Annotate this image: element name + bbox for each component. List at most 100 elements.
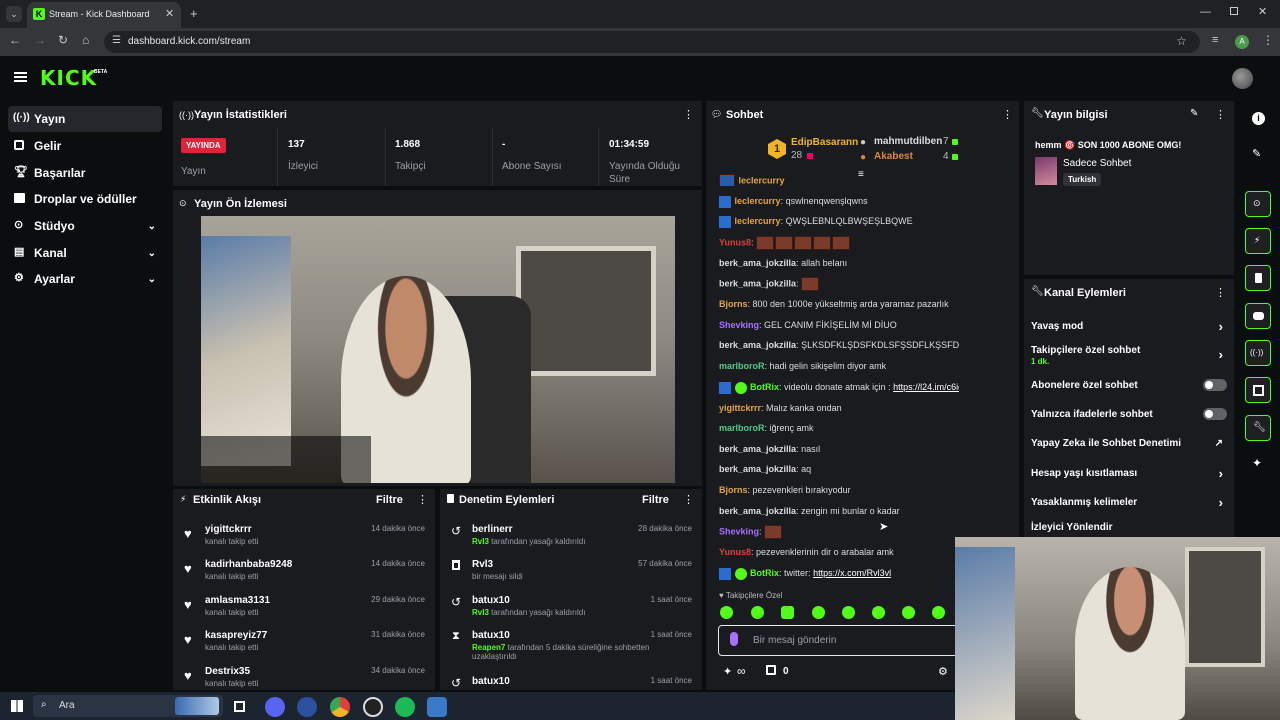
emote-icon[interactable]: [751, 606, 764, 619]
emote-icon[interactable]: [812, 606, 825, 619]
rail-button-moderation[interactable]: [1245, 265, 1271, 291]
close-window-icon[interactable]: ✕: [1258, 5, 1267, 18]
chat-username[interactable]: Yunus8: [719, 547, 751, 557]
category-name[interactable]: Sadece Sohbet: [1063, 158, 1131, 169]
chat-username[interactable]: berk_ama_jokzilla: [719, 464, 796, 474]
taskbar-search[interactable]: ⌕ Ara: [33, 695, 223, 717]
leader-third-name[interactable]: Akabest: [874, 151, 913, 162]
chat-username[interactable]: berk_ama_jokzilla: [719, 506, 796, 516]
channel-actions-menu-icon[interactable]: ⋮: [1215, 286, 1226, 299]
minimize-icon[interactable]: —: [1200, 6, 1211, 18]
moderation-filter-button[interactable]: Filtre: [642, 494, 669, 506]
emote-icon[interactable]: [932, 606, 945, 619]
stats-menu-icon[interactable]: ⋮: [683, 108, 694, 121]
chat-menu-icon[interactable]: ⋮: [1002, 108, 1013, 121]
sidebar-item-studyo[interactable]: ⊙ Stüdyo ⌄: [8, 213, 162, 239]
action-emotes-only[interactable]: Yalnızca ifadelerle sohbet: [1031, 408, 1227, 420]
leader-second-name[interactable]: mahmutdilben: [874, 136, 942, 147]
gift-box-icon[interactable]: [766, 665, 776, 675]
list-item[interactable]: ♥ yigittckrrr kanalı takip etti 14 dakik…: [173, 524, 435, 559]
emotes-only-toggle[interactable]: [1203, 408, 1227, 420]
list-item[interactable]: ♥ Destrix35 kanalı takip etti 34 dakika …: [173, 666, 435, 690]
list-item[interactable]: ♥ amlasma3131 kanalı takip etti 29 dakik…: [173, 595, 435, 630]
edit-icon[interactable]: ✎: [1190, 108, 1198, 119]
chat-username[interactable]: marlboroR: [719, 423, 765, 433]
close-tab-icon[interactable]: ✕: [165, 7, 174, 20]
chat-username[interactable]: berk_ama_jokzilla: [719, 444, 796, 454]
action-banned-words[interactable]: Yasaklanmış kelimeler ›: [1031, 495, 1227, 510]
emote-icon[interactable]: [720, 606, 733, 619]
list-item[interactable]: ♥ kadirhanbaba9248 kanalı takip etti 14 …: [173, 559, 435, 594]
collapse-leaderboard-icon[interactable]: ≡: [858, 169, 864, 180]
emote-icon[interactable]: [842, 606, 855, 619]
chat-username[interactable]: Bjorns: [719, 485, 748, 495]
chat-settings-icon[interactable]: ⚙: [938, 665, 948, 678]
stream-info-menu-icon[interactable]: ⋮: [1215, 108, 1226, 121]
chat-link[interactable]: https://l24.im/c6io: [893, 382, 959, 392]
back-icon[interactable]: ←: [9, 33, 21, 47]
activity-filter-button[interactable]: Filtre: [376, 494, 403, 506]
emote-icon[interactable]: [872, 606, 885, 619]
action-slow-mode[interactable]: Yavaş mod ›: [1031, 319, 1227, 334]
chat-link[interactable]: https://x.com/Rvl3vl: [813, 568, 891, 578]
chat-username[interactable]: BotRix: [750, 382, 779, 392]
kick-logo[interactable]: KICK: [40, 66, 97, 90]
list-item[interactable]: ↺ batux10 Rvl3 tarafından yasağı kaldırı…: [440, 595, 702, 630]
address-bar[interactable]: ☰ dashboard.kick.com/stream ☆: [104, 31, 1200, 53]
chat-username[interactable]: BotRix: [750, 568, 779, 578]
home-icon[interactable]: ⌂: [82, 33, 89, 47]
chat-username[interactable]: berk_ama_jokzilla: [719, 278, 796, 288]
list-item[interactable]: ⧗ batux10 Reapen7 tarafından 5 dakika sü…: [440, 630, 702, 665]
chat-username[interactable]: berk_ama_jokzilla: [719, 258, 796, 268]
language-tag[interactable]: Turkish: [1063, 173, 1102, 186]
chat-username[interactable]: yigittckrrr: [719, 403, 761, 413]
add-widget-icon[interactable]: ✦: [1252, 456, 1262, 470]
leader-first-name[interactable]: EdipBasarann: [791, 137, 858, 148]
reload-icon[interactable]: ↻: [58, 33, 68, 47]
emote-icon[interactable]: [902, 606, 915, 619]
chat-username[interactable]: Bjorns: [719, 299, 748, 309]
tab-list-chevron-icon[interactable]: ⌄: [6, 6, 22, 22]
browser-tab[interactable]: K Stream - Kick Dashboard ✕: [27, 2, 181, 28]
rail-button-chat[interactable]: [1245, 303, 1271, 329]
spotify-app-icon[interactable]: [395, 697, 415, 717]
chevron-down-icon[interactable]: ⌄: [148, 221, 156, 232]
list-item[interactable]: ↺ berlinerr Rvl3 tarafından yasağı kaldı…: [440, 524, 702, 559]
maximize-icon[interactable]: [1230, 7, 1238, 15]
forward-icon[interactable]: →: [34, 33, 46, 47]
action-subscribers-only[interactable]: Abonelere özel sohbet: [1031, 379, 1227, 391]
chat-username[interactable]: Shevking: [719, 320, 759, 330]
site-info-icon[interactable]: ☰: [112, 35, 121, 46]
chat-username[interactable]: Yunus8: [719, 237, 751, 247]
bookmark-star-icon[interactable]: ☆: [1176, 34, 1187, 48]
chevron-down-icon[interactable]: ⌄: [148, 248, 156, 259]
hamburger-menu-icon[interactable]: [14, 72, 27, 82]
points-icon[interactable]: ✦: [723, 665, 732, 678]
sidebar-item-yayin[interactable]: ((·)) Yayın: [8, 106, 162, 132]
action-ai-moderation[interactable]: Yapay Zeka ile Sohbet Denetimi ↗: [1031, 438, 1227, 449]
action-account-age[interactable]: Hesap yaşı kısıtlaması ›: [1031, 466, 1227, 481]
list-item[interactable]: ↺ batux10 1 saat önce: [440, 676, 702, 690]
action-followers-only[interactable]: Takipçilere özel sohbet 1 dk. ›: [1031, 345, 1227, 367]
windows-start-icon[interactable]: [11, 700, 23, 712]
rail-button-activity[interactable]: ⚡︎: [1245, 228, 1271, 254]
microphone-icon[interactable]: [730, 632, 738, 646]
sidebar-item-gelir[interactable]: Gelir: [8, 133, 162, 159]
user-avatar[interactable]: [1232, 68, 1253, 89]
sidebar-item-kanal[interactable]: ▤ Kanal ⌄: [8, 240, 162, 266]
rail-button-stats[interactable]: ((·)): [1245, 340, 1271, 366]
chat-username[interactable]: leclercurry: [739, 175, 785, 185]
emote-icon[interactable]: [781, 606, 794, 619]
chat-username[interactable]: leclercurry: [735, 196, 781, 206]
app-icon[interactable]: [427, 697, 447, 717]
sidebar-item-ayarlar[interactable]: ⚙ Ayarlar ⌄: [8, 266, 162, 292]
rail-button-actions[interactable]: 🔧︎: [1245, 415, 1271, 441]
moderation-menu-icon[interactable]: ⋮: [683, 493, 694, 506]
chevron-down-icon[interactable]: ⌄: [148, 274, 156, 285]
app-icon[interactable]: [297, 697, 317, 717]
profile-avatar[interactable]: A: [1235, 35, 1249, 49]
chat-input[interactable]: Bir mesaj gönderin: [718, 625, 958, 656]
obs-app-icon[interactable]: [363, 697, 383, 717]
chat-username[interactable]: berk_ama_jokzilla: [719, 340, 796, 350]
sidebar-item-basarilar[interactable]: 🏆︎ Başarılar: [8, 160, 162, 186]
